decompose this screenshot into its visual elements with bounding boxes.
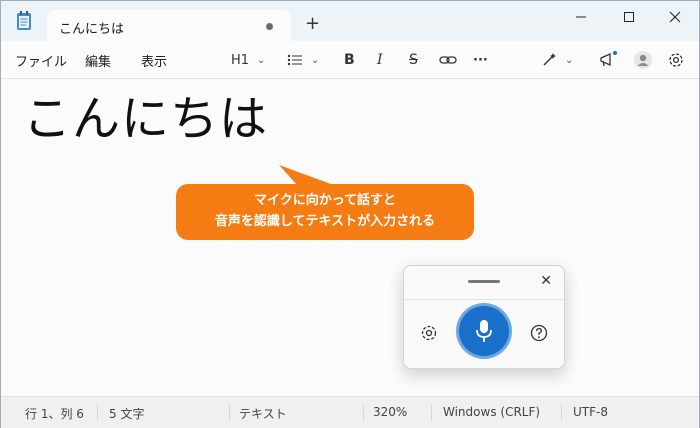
- italic-button[interactable]: I: [377, 50, 383, 70]
- document-tab[interactable]: こんにちは: [47, 10, 291, 41]
- close-window-icon[interactable]: [661, 7, 689, 27]
- more-options-button[interactable]: ···: [473, 50, 488, 70]
- list-dropdown[interactable]: ⌄: [287, 50, 319, 70]
- callout-text: マイクに向かって話すと 音声を認識してテキストが入力される: [176, 190, 474, 232]
- heading-label: H1: [231, 52, 250, 68]
- menu-edit[interactable]: 編集: [85, 51, 111, 70]
- annotation-callout: マイクに向かって話すと 音声を認識してテキストが入力される: [176, 184, 474, 240]
- settings-gear-icon[interactable]: [667, 50, 685, 70]
- drag-handle[interactable]: [468, 280, 500, 283]
- menu-file[interactable]: ファイル: [15, 51, 67, 70]
- tab-title: こんにちは: [59, 22, 125, 37]
- callout-line-2: 音声を認識してテキストが入力される: [214, 214, 436, 229]
- heading-dropdown[interactable]: H1 ⌄: [231, 50, 265, 70]
- divider: [97, 404, 98, 421]
- divider: [363, 404, 364, 421]
- cursor-position: 行 1、列 6: [25, 407, 84, 421]
- encoding[interactable]: UTF-8: [573, 405, 608, 419]
- chevron-down-icon: ⌄: [311, 54, 320, 66]
- chevron-down-icon: ⌄: [257, 54, 266, 66]
- divider: [431, 404, 432, 421]
- new-tab-button[interactable]: +: [305, 15, 320, 33]
- character-count: 5 文字: [109, 407, 145, 421]
- account-avatar-icon[interactable]: [633, 50, 653, 70]
- microphone-button[interactable]: [459, 306, 509, 356]
- copilot-rewrite-dropdown[interactable]: ⌄: [541, 50, 573, 70]
- format-mode[interactable]: テキスト: [239, 405, 287, 422]
- notepad-window: こんにちは + ファイル 編集 表示 H1 ⌄ ⌄ B I S ··· ⌄ こん…: [0, 0, 700, 428]
- strikethrough-button[interactable]: S: [409, 50, 418, 70]
- link-icon[interactable]: [439, 50, 457, 70]
- voice-settings-gear-icon[interactable]: [420, 324, 438, 342]
- maximize-icon[interactable]: [615, 7, 643, 27]
- megaphone-icon[interactable]: [599, 50, 619, 70]
- title-bar: こんにちは +: [1, 1, 699, 41]
- menu-toolbar: ファイル 編集 表示 H1 ⌄ ⌄ B I S ··· ⌄: [1, 41, 699, 79]
- chevron-down-icon: ⌄: [565, 54, 574, 66]
- pen-sparkle-icon: [543, 53, 556, 66]
- line-ending[interactable]: Windows (CRLF): [443, 405, 540, 419]
- microphone-icon: [476, 320, 492, 342]
- divider: [561, 404, 562, 421]
- divider: [404, 299, 564, 300]
- unsaved-indicator-icon[interactable]: [266, 23, 273, 30]
- notepad-app-icon: [17, 11, 31, 30]
- zoom-level[interactable]: 320%: [373, 405, 407, 419]
- help-question-icon[interactable]: [530, 324, 548, 342]
- document-text[interactable]: こんにちは: [23, 89, 268, 149]
- minimize-icon[interactable]: [567, 7, 595, 27]
- divider: [229, 404, 230, 421]
- menu-view[interactable]: 表示: [141, 51, 167, 70]
- bullet-list-icon: [287, 54, 302, 66]
- voice-typing-panel: ✕: [403, 265, 565, 369]
- bold-button[interactable]: B: [344, 50, 355, 70]
- callout-line-1: マイクに向かって話すと: [253, 193, 397, 208]
- close-icon[interactable]: ✕: [540, 273, 552, 289]
- status-bar: 行 1、列 6 5 文字 テキスト 320% Windows (CRLF) UT…: [1, 396, 699, 428]
